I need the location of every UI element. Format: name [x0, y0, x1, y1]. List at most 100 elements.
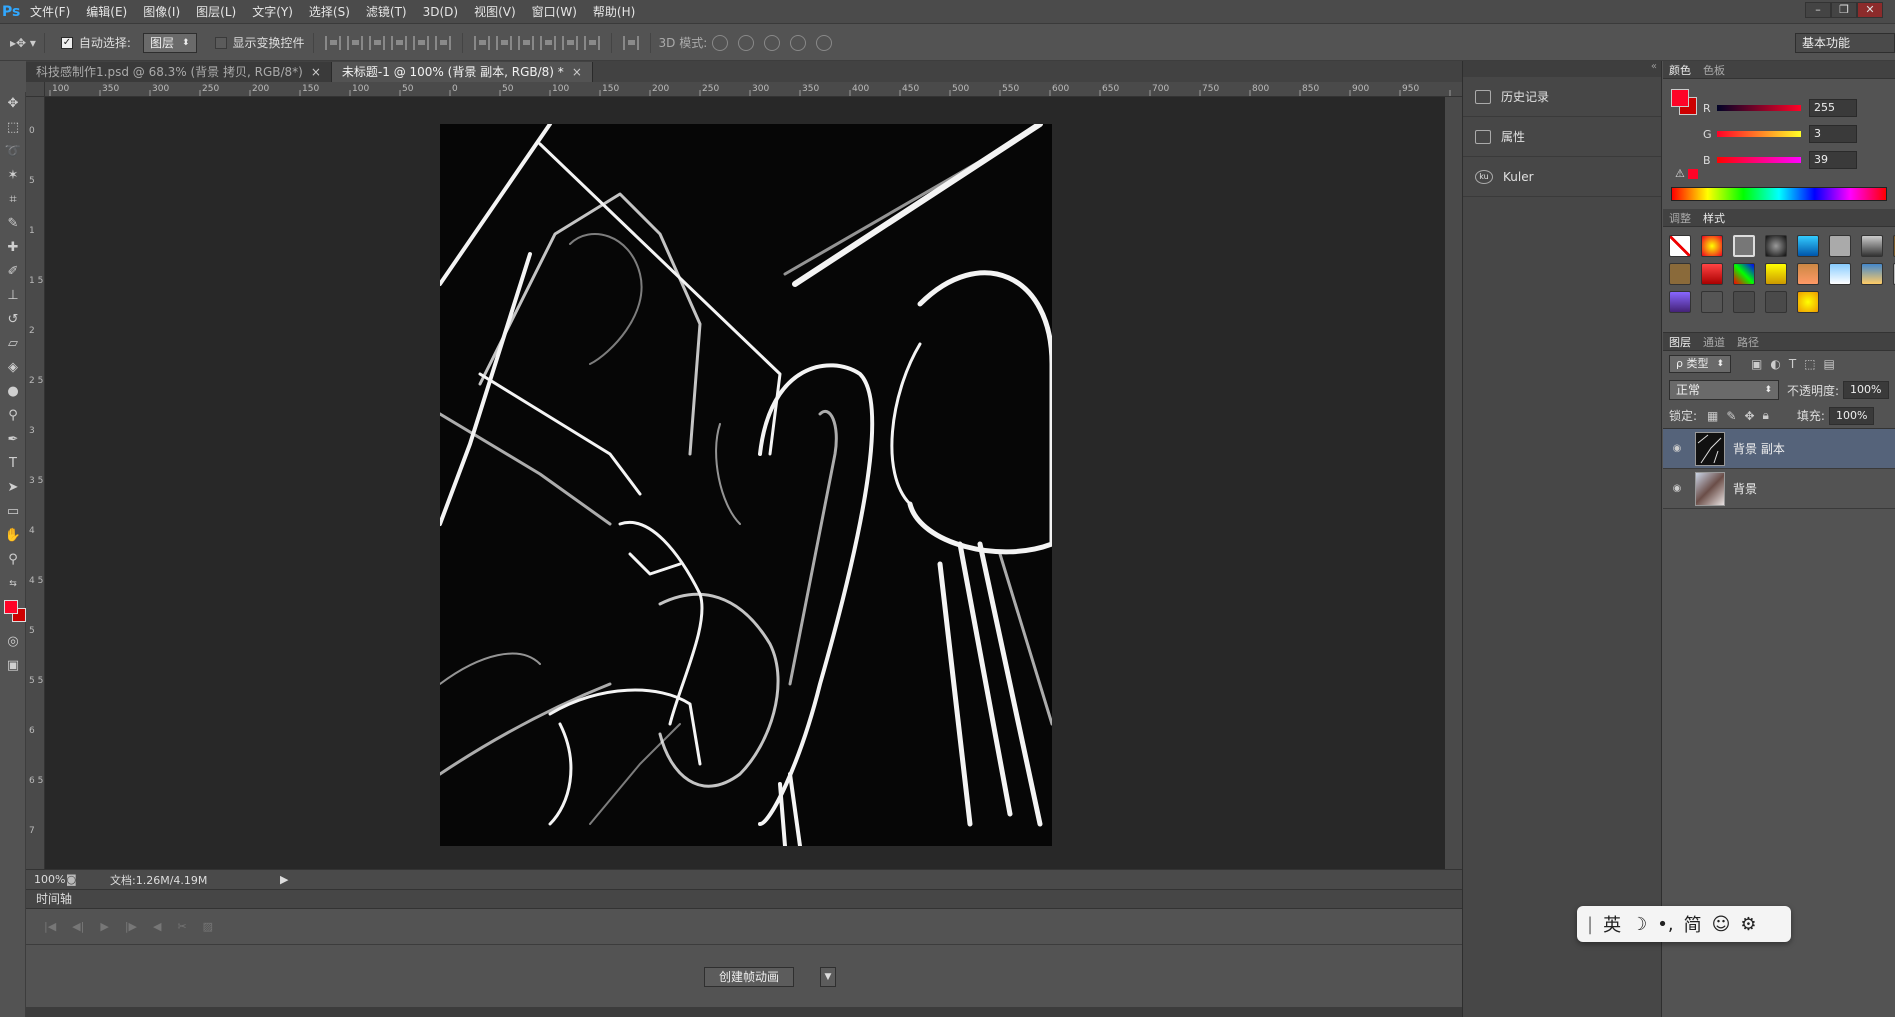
distribute-right-icon[interactable]	[583, 35, 600, 50]
auto-select-dropdown[interactable]: 图层 ⬍	[142, 32, 197, 53]
style-swatch[interactable]	[1765, 291, 1787, 313]
move-tool-preset[interactable]: ▸✥ ▾	[10, 36, 36, 50]
style-swatch[interactable]	[1797, 235, 1819, 257]
magic-wand-tool-icon[interactable]: ✶	[0, 164, 26, 188]
style-swatch[interactable]	[1765, 235, 1787, 257]
eraser-tool-icon[interactable]: ▱	[0, 332, 26, 356]
eyedropper-tool-icon[interactable]: ✎	[0, 212, 26, 236]
close-tab-icon[interactable]: ×	[572, 65, 582, 79]
type-tool-icon[interactable]: T	[0, 452, 26, 476]
layer-row[interactable]: ◉ 背景	[1663, 469, 1895, 509]
distribute-vcenter-icon[interactable]	[495, 35, 512, 50]
healing-brush-tool-icon[interactable]: ✚	[0, 236, 26, 260]
lock-move-icon[interactable]: ✥	[1744, 409, 1754, 423]
workspace-dropdown[interactable]: 基本功能	[1795, 33, 1895, 53]
3d-roll-icon[interactable]	[738, 34, 755, 51]
layer-filter-dropdown[interactable]: ρ 类型 ⬍	[1669, 355, 1732, 373]
tab-document-1[interactable]: 科技感制作1.psd @ 68.3% (背景 拷贝, RGB/8*) ×	[26, 62, 332, 82]
align-vcenter-icon[interactable]	[346, 35, 363, 50]
style-swatch[interactable]	[1733, 291, 1755, 313]
vertical-scrollbar[interactable]	[1445, 97, 1462, 869]
menu-help[interactable]: 帮助(H)	[585, 0, 643, 24]
horizontal-ruler[interactable]: 100 350 300 250 200 150 100 50 0 50 100 …	[45, 82, 1462, 97]
filter-smart-icon[interactable]: ▤	[1824, 357, 1835, 371]
3d-slide-icon[interactable]	[790, 34, 807, 51]
filter-shape-icon[interactable]: ⬚	[1804, 357, 1815, 371]
style-swatch[interactable]	[1829, 235, 1851, 257]
lock-transparent-icon[interactable]: ▦	[1707, 409, 1718, 423]
filter-adjustment-icon[interactable]: ◐	[1770, 357, 1780, 371]
next-frame-icon[interactable]: |▶	[125, 920, 137, 933]
menu-edit[interactable]: 编辑(E)	[78, 0, 135, 24]
menu-file[interactable]: 文件(F)	[22, 0, 78, 24]
fill-input[interactable]: 100%	[1828, 406, 1875, 425]
crop-tool-icon[interactable]: ⌗	[0, 188, 26, 212]
blue-value-input[interactable]: 39	[1809, 151, 1857, 169]
rectangle-tool-icon[interactable]: ▭	[0, 500, 26, 524]
menu-filter[interactable]: 滤镜(T)	[358, 0, 415, 24]
quick-mask-icon[interactable]: ◎	[0, 630, 26, 654]
style-swatch[interactable]	[1829, 263, 1851, 285]
filter-pixel-icon[interactable]: ▣	[1751, 357, 1762, 371]
style-swatch[interactable]	[1861, 235, 1883, 257]
3d-pan-icon[interactable]	[764, 34, 781, 51]
screen-mode-icon[interactable]: ▣	[0, 654, 26, 678]
close-icon[interactable]: ✕	[1857, 2, 1883, 18]
blue-slider[interactable]	[1717, 157, 1801, 163]
marquee-tool-icon[interactable]: ⬚	[0, 116, 26, 140]
first-frame-icon[interactable]: |◀	[44, 920, 56, 933]
style-swatch[interactable]	[1701, 263, 1723, 285]
audio-icon[interactable]: ◀	[153, 920, 161, 933]
menu-image[interactable]: 图像(I)	[135, 0, 188, 24]
filter-type-icon[interactable]: T	[1789, 357, 1796, 371]
ime-simplified-toggle[interactable]: 简	[1684, 911, 1702, 937]
timeline-title[interactable]: 时间轴	[36, 892, 72, 906]
tab-color[interactable]: 颜色	[1669, 62, 1691, 78]
layer-row[interactable]: ◉ 背景 副本	[1663, 429, 1895, 469]
style-swatch[interactable]	[1669, 263, 1691, 285]
style-swatch[interactable]	[1669, 235, 1691, 257]
tab-document-2[interactable]: 未标题-1 @ 100% (背景 副本, RGB/8) * ×	[331, 62, 593, 82]
tab-layers[interactable]: 图层	[1669, 334, 1691, 350]
visibility-eye-icon[interactable]: ◉	[1667, 483, 1687, 494]
chevron-down-icon[interactable]: ▼	[820, 967, 836, 987]
style-swatch[interactable]	[1701, 291, 1723, 313]
brush-tool-icon[interactable]: ✐	[0, 260, 26, 284]
align-top-icon[interactable]	[324, 35, 341, 50]
align-hcenter-icon[interactable]	[412, 35, 429, 50]
create-frame-animation-button[interactable]: 创建帧动画	[704, 967, 795, 987]
play-icon[interactable]: ▶	[100, 920, 108, 933]
document-canvas[interactable]	[440, 124, 1052, 846]
cut-icon[interactable]: ✂	[177, 920, 186, 933]
status-arrow-icon[interactable]: ▶	[280, 873, 288, 886]
dock-history[interactable]: 历史记录	[1463, 77, 1661, 117]
transition-icon[interactable]: ▨	[203, 920, 213, 933]
green-value-input[interactable]: 3	[1809, 125, 1857, 143]
color-swatches[interactable]	[0, 596, 26, 630]
color-foreground-swatch[interactable]	[1671, 89, 1689, 107]
punctuation-icon[interactable]: •,	[1657, 914, 1673, 935]
style-swatch[interactable]	[1797, 291, 1819, 313]
prev-frame-icon[interactable]: ◀|	[72, 920, 84, 933]
red-slider[interactable]	[1717, 105, 1801, 111]
lock-paint-icon[interactable]: ✎	[1726, 409, 1736, 423]
dock-kuler[interactable]: ku Kuler	[1463, 157, 1661, 197]
tab-adjustments[interactable]: 调整	[1669, 210, 1691, 226]
style-swatch[interactable]	[1765, 263, 1787, 285]
green-slider[interactable]	[1717, 131, 1801, 137]
close-tab-icon[interactable]: ×	[311, 65, 321, 79]
moon-icon[interactable]: ☽	[1631, 914, 1647, 935]
pen-tool-icon[interactable]: ✒	[0, 428, 26, 452]
restore-icon[interactable]: ❐	[1831, 2, 1857, 18]
menu-3d[interactable]: 3D(D)	[415, 0, 466, 24]
show-transform-checkbox[interactable]: 显示变换控件	[214, 34, 305, 51]
style-swatch[interactable]	[1733, 235, 1755, 257]
menu-view[interactable]: 视图(V)	[466, 0, 524, 24]
align-left-icon[interactable]	[390, 35, 407, 50]
tab-styles[interactable]: 样式	[1703, 210, 1725, 226]
style-swatch[interactable]	[1669, 291, 1691, 313]
menu-layer[interactable]: 图层(L)	[188, 0, 244, 24]
horizontal-scrollbar[interactable]	[26, 1007, 1462, 1017]
3d-rotate-icon[interactable]	[712, 34, 729, 51]
style-swatch[interactable]	[1701, 235, 1723, 257]
